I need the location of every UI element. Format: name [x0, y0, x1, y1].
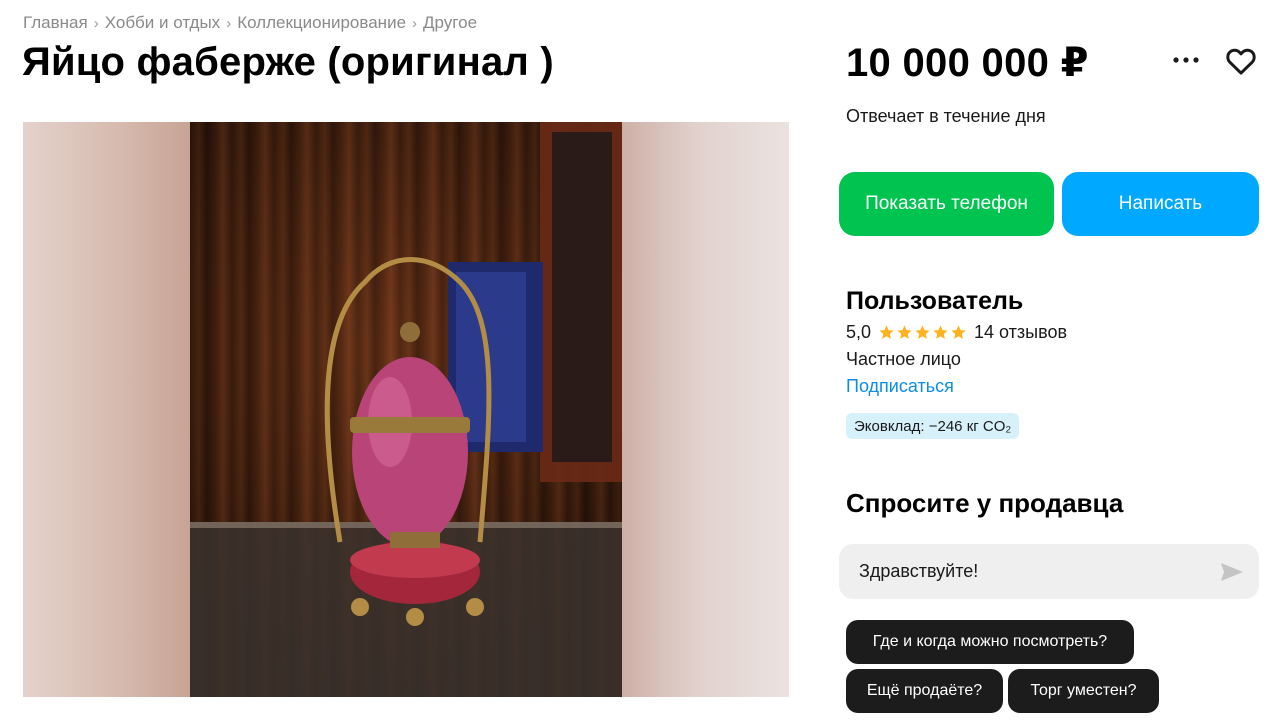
breadcrumb-separator: › — [412, 14, 418, 32]
seller-type: Частное лицо — [846, 349, 961, 369]
gallery-blur-left — [23, 122, 190, 697]
breadcrumb-item-other[interactable]: Другое — [423, 13, 477, 33]
more-dots-icon[interactable] — [1170, 48, 1202, 72]
listing-title: Яйцо фаберже (оригинал ) — [22, 40, 554, 84]
ask-seller-input[interactable] — [839, 544, 1259, 599]
listing-photo[interactable] — [190, 122, 622, 697]
star-icon — [915, 325, 930, 339]
send-icon[interactable] — [1219, 560, 1245, 584]
eco-contribution-badge: Эковклад: −246 кг CO₂ — [846, 413, 1020, 439]
response-time: Отвечает в течение дня — [846, 106, 1046, 126]
seller-rating: 5,0 14 отзывов — [846, 322, 1067, 343]
ask-seller-title: Спросите у продавца — [846, 488, 1124, 518]
breadcrumb-separator: › — [93, 14, 99, 32]
breadcrumb-separator: › — [226, 14, 232, 32]
breadcrumb: Главная › Хобби и отдых › Коллекциониров… — [23, 13, 477, 33]
quick-question-bargain[interactable]: Торг уместен? — [1008, 669, 1159, 713]
quick-question-when-where[interactable]: Где и когда можно посмотреть? — [846, 620, 1134, 664]
seller-name[interactable]: Пользователь — [846, 287, 1023, 316]
rating-stars — [878, 324, 968, 341]
subscribe-link[interactable]: Подписаться — [846, 376, 954, 397]
reviews-link[interactable]: 14 отзывов — [974, 322, 1067, 343]
show-phone-button[interactable]: Показать телефон — [839, 172, 1054, 236]
listing-price: 10 000 000 ₽ — [846, 41, 1089, 85]
breadcrumb-item-collecting[interactable]: Коллекционирование — [237, 13, 406, 33]
star-icon — [951, 325, 966, 339]
star-icon — [933, 325, 948, 339]
rating-value: 5,0 — [846, 322, 872, 342]
photo-gallery[interactable] — [23, 122, 789, 697]
star-icon — [879, 325, 894, 339]
star-icon — [897, 325, 912, 339]
write-message-button[interactable]: Написать — [1062, 172, 1259, 236]
breadcrumb-item-home[interactable]: Главная — [23, 13, 88, 33]
egg-photo-illustration — [190, 122, 622, 697]
gallery-blur-right — [622, 122, 789, 697]
quick-question-still-selling[interactable]: Ещё продаёте? — [846, 669, 1003, 713]
breadcrumb-item-hobby[interactable]: Хобби и отдых — [105, 13, 220, 33]
heart-icon[interactable] — [1224, 44, 1258, 78]
